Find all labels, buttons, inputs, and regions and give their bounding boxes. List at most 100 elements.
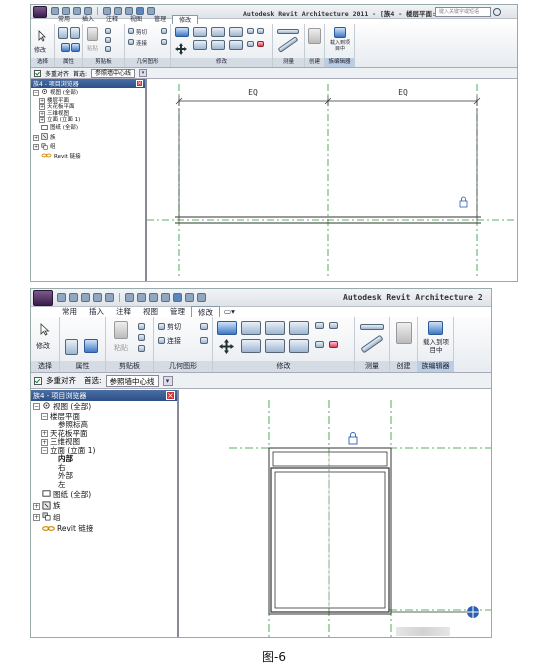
tab-manage[interactable]: 管理 [164,306,191,317]
tree-node[interactable]: + 族 [33,500,177,513]
expand-icon[interactable]: + [39,110,45,117]
create-group-icon[interactable] [308,28,321,44]
text-icon[interactable] [149,293,158,302]
modify-cursor-icon[interactable] [37,27,47,42]
collapse-icon[interactable]: − [41,447,48,455]
save-icon[interactable] [69,293,78,302]
modify-cursor-icon[interactable] [39,321,50,336]
cut-icon[interactable] [138,323,145,330]
tree-node[interactable]: + 组 [33,142,145,153]
expand-icon[interactable]: + [33,502,40,510]
paste-icon[interactable] [114,321,128,339]
close-windows-icon[interactable] [197,293,206,302]
tree-node[interactable]: 图纸 (全部) [33,124,145,134]
join-geometry-icon[interactable] [158,337,165,344]
search-input[interactable]: 键入关键字或短语 [435,7,491,17]
expand-icon[interactable]: + [33,144,39,151]
copy-element-icon[interactable] [193,40,207,50]
family-types-icon[interactable] [84,339,98,353]
close-windows-icon[interactable] [147,7,155,15]
tab-annotate[interactable]: 注释 [100,15,124,24]
cut-geometry-icon[interactable] [158,323,165,330]
tree-node[interactable]: + 族 [33,133,145,143]
dimension-icon[interactable] [137,293,146,302]
expand-icon[interactable]: + [39,97,45,104]
split-icon[interactable] [315,322,324,329]
tree-node[interactable]: 外部 [33,471,177,481]
copy-icon[interactable] [138,334,145,341]
cut-geometry-button[interactable]: 剪切 [167,322,181,332]
tab-insert[interactable]: 插入 [76,15,100,24]
modify-button[interactable]: 修改 [34,45,46,54]
paste-button[interactable]: 粘贴 [114,343,128,353]
pin-icon[interactable] [329,322,338,329]
copy-icon[interactable] [105,37,111,43]
open-icon[interactable] [51,7,59,15]
expand-icon[interactable]: + [39,104,45,111]
drawing-canvas[interactable] [179,390,491,637]
tab-view[interactable]: 视图 [124,15,148,24]
application-menu-button[interactable] [33,290,53,306]
tree-node[interactable]: 右 [33,463,177,473]
tree-node[interactable]: Revit 链接 [33,524,177,536]
tab-home[interactable]: 常用 [52,15,76,24]
rotate-icon[interactable] [265,339,285,353]
family-types-icon[interactable] [61,43,70,52]
thin-lines-icon[interactable] [173,293,182,302]
measure-icon[interactable] [125,293,134,302]
lock-icon[interactable] [459,196,468,208]
chevron-down-icon[interactable]: ▾ [139,69,148,77]
close-icon[interactable]: × [136,80,143,87]
tree-node[interactable]: − 楼层平面 [33,412,177,422]
load-into-project-icon[interactable] [334,27,346,38]
delete-icon[interactable] [257,41,264,47]
ribbon-options-dropdown[interactable]: ▭▾ [220,306,239,317]
align-icon[interactable] [175,27,189,37]
mirror-axis-icon[interactable] [265,321,285,335]
view-cube-icon[interactable] [467,606,479,618]
paint-icon[interactable] [161,39,167,45]
cut-icon[interactable] [105,28,111,34]
properties-icon[interactable] [65,339,78,355]
expand-icon[interactable]: + [39,117,45,124]
measure-distance-icon[interactable] [277,29,299,34]
join-geometry-button[interactable]: 连接 [136,39,147,47]
application-menu-button[interactable] [33,6,47,18]
multi-align-checkbox[interactable] [34,376,42,385]
split-face-icon[interactable] [200,323,208,330]
array-icon[interactable] [315,341,324,348]
tab-manage[interactable]: 管理 [148,15,172,24]
tree-node[interactable]: − 视图 (全部) [33,401,177,413]
trim-icon[interactable] [289,339,309,353]
join-geometry-button[interactable]: 连接 [167,336,181,346]
type-properties-icon[interactable] [70,27,80,39]
tab-view[interactable]: 视图 [137,306,164,317]
move-icon[interactable] [219,339,234,354]
cut-geometry-icon[interactable] [128,28,134,34]
collapse-icon[interactable]: − [41,413,48,421]
mirror-draw-icon[interactable] [229,27,243,37]
dimension-icon[interactable] [277,36,299,53]
tree-node[interactable]: 左 [33,480,177,490]
collapse-icon[interactable]: − [33,403,40,411]
measure-distance-icon[interactable] [360,324,384,330]
offset-icon[interactable] [241,321,261,335]
create-group-icon[interactable] [396,322,412,344]
chevron-down-icon[interactable]: ▾ [162,375,173,386]
mirror-draw-icon[interactable] [289,321,309,335]
undo-icon[interactable] [93,293,102,302]
drawing-area[interactable] [179,390,492,638]
modify-button[interactable]: 修改 [36,341,50,351]
prefer-select[interactable]: 参照墙中心线 [91,68,136,78]
cut-geometry-button[interactable]: 剪切 [136,28,147,36]
tree-node[interactable]: − 立面 (立面 1) [33,446,177,456]
tree-node[interactable]: − 视图 (全部) [33,88,145,98]
expand-icon[interactable]: + [33,514,40,522]
tab-modify[interactable]: 修改 [191,306,220,317]
tab-insert[interactable]: 插入 [83,306,110,317]
collapse-icon[interactable]: − [33,89,39,96]
tab-modify[interactable]: 修改 [172,15,199,24]
tree-node[interactable]: Revit 链接 [33,152,145,162]
load-into-project-button[interactable]: 载入到项目中 [328,40,352,52]
array-icon[interactable] [247,41,254,47]
